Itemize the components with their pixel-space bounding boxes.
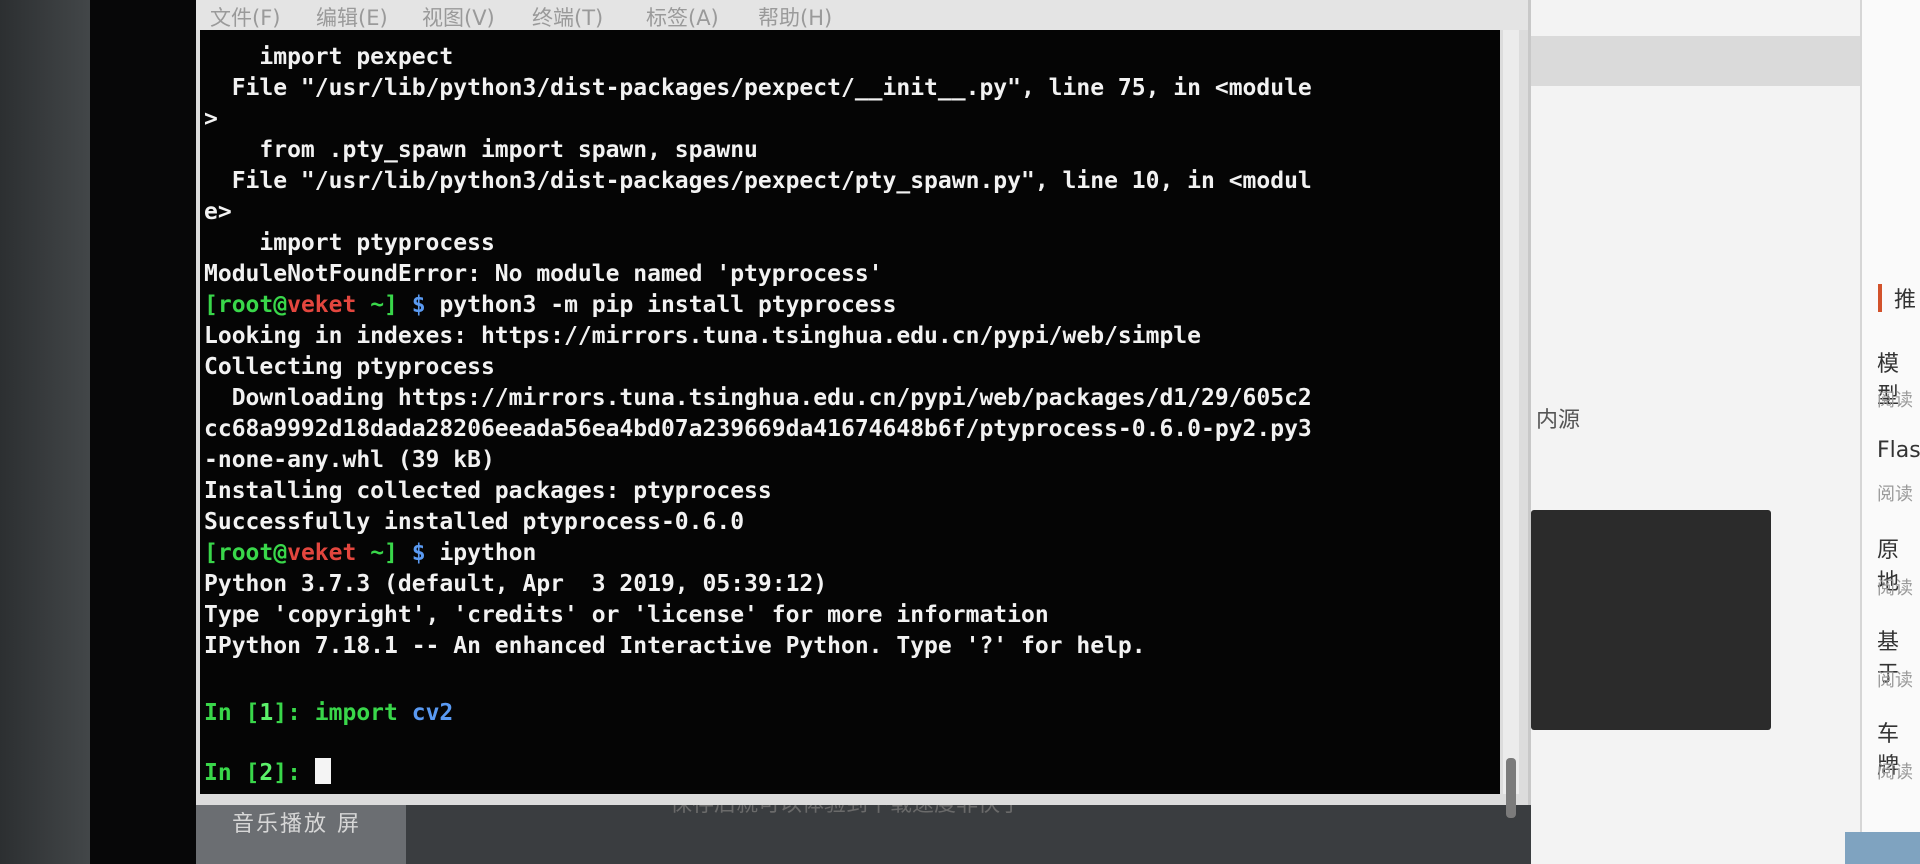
background-corner-box	[1845, 832, 1920, 864]
monitor-bezel-left	[0, 0, 100, 864]
terminal-scrollbar[interactable]	[1503, 30, 1519, 818]
menu-terminal[interactable]: 终端(T)	[532, 2, 603, 32]
shell-command: ipython	[439, 540, 537, 566]
prompt-host: veket	[287, 292, 357, 318]
menu-view[interactable]: 视图(V)	[422, 2, 495, 32]
ipython-input-1: In [1]: import cv2	[204, 698, 453, 728]
sidebar-heading: 推	[1894, 288, 1917, 313]
ipython-prompt-prefix: In [	[204, 700, 260, 726]
prompt-user: root	[217, 540, 274, 566]
prompt-dir: ~]	[356, 292, 398, 318]
ipython-keyword: import	[314, 700, 398, 726]
terminal-line: Installing collected packages: ptyproces…	[204, 478, 772, 504]
ipython-prompt-number: 1	[259, 700, 274, 726]
prompt-dollar: $	[397, 292, 440, 318]
prompt-at: @	[273, 540, 288, 566]
ipython-prompt-suffix: ]:	[273, 760, 315, 786]
sidebar-read-label: 阅读	[1877, 578, 1913, 599]
terminal-line: from .pty_spawn import spawn, spawnu	[204, 137, 758, 163]
prompt-at: @	[273, 292, 288, 318]
scrollbar-thumb[interactable]	[1506, 758, 1516, 818]
background-partial-text: 内源	[1536, 408, 1581, 433]
ipython-prompt-number: 2	[259, 760, 274, 786]
menu-help[interactable]: 帮助(H)	[758, 2, 832, 32]
sidebar-read-label: 阅读	[1877, 484, 1913, 505]
sidebar-accent-bar	[1878, 284, 1882, 312]
terminal-output[interactable]: import pexpect File "/usr/lib/python3/di…	[200, 30, 1500, 794]
text-cursor	[314, 758, 331, 784]
taskbar-item-music[interactable]: 音乐播放 屏	[232, 806, 361, 838]
prompt-bracket: [	[204, 540, 218, 566]
prompt-bracket: [	[204, 292, 218, 318]
ipython-input-2[interactable]: In [2]:	[204, 758, 331, 788]
prompt-host: veket	[287, 540, 357, 566]
sidebar-item[interactable]: Flas	[1877, 438, 1920, 463]
shell-prompt: [root@veket ~] $ ipython	[204, 538, 536, 568]
shell-prompt: [root@veket ~] $ python3 -m pip install …	[204, 290, 896, 320]
menu-bar: 文件(F) 编辑(E) 视图(V) 终端(T) 标签(A) 帮助(H)	[196, 0, 1528, 30]
sidebar-read-label: 阅读	[1877, 390, 1913, 411]
terminal-line: ModuleNotFoundError: No module named 'pt…	[204, 261, 883, 287]
terminal-line: e>	[204, 199, 232, 225]
background-image-card	[1531, 510, 1771, 730]
ipython-prompt-suffix: ]:	[273, 700, 315, 726]
sidebar-read-label: 阅读	[1877, 762, 1913, 783]
prompt-dir: ~]	[356, 540, 398, 566]
terminal-line: File "/usr/lib/python3/dist-packages/pex…	[204, 75, 1312, 101]
terminal-line: Looking in indexes: https://mirrors.tuna…	[204, 323, 1201, 349]
ipython-prompt-prefix: In [	[204, 760, 260, 786]
prompt-dollar: $	[397, 540, 440, 566]
terminal-line: import pexpect	[204, 44, 454, 70]
terminal-line: Downloading https://mirrors.tuna.tsinghu…	[204, 385, 1312, 411]
terminal-line: IPython 7.18.1 -- An enhanced Interactiv…	[204, 633, 1146, 659]
shell-command: python3 -m pip install ptyprocess	[439, 292, 897, 318]
terminal-line: cc68a9992d18dada28206eeada56ea4bd07a2396…	[204, 416, 1312, 442]
terminal-line: Collecting ptyprocess	[204, 354, 495, 380]
monitor-bezel	[90, 0, 200, 864]
terminal-line: Python 3.7.3 (default, Apr 3 2019, 05:39…	[204, 571, 828, 597]
menu-edit[interactable]: 编辑(E)	[316, 2, 388, 32]
terminal-line: File "/usr/lib/python3/dist-packages/pex…	[204, 168, 1312, 194]
terminal-line: Successfully installed ptyprocess-0.6.0	[204, 509, 745, 535]
menu-file[interactable]: 文件(F)	[210, 2, 280, 32]
sidebar-read-label: 阅读	[1877, 670, 1913, 691]
terminal-line: import ptyprocess	[204, 230, 495, 256]
ipython-module: cv2	[397, 700, 454, 726]
terminal-line: -none-any.whl (39 kB)	[204, 447, 495, 473]
terminal-line: Type 'copyright', 'credits' or 'license'…	[204, 602, 1049, 628]
prompt-user: root	[217, 292, 274, 318]
menu-tabs[interactable]: 标签(A)	[646, 2, 719, 32]
terminal-line: >	[204, 106, 218, 132]
